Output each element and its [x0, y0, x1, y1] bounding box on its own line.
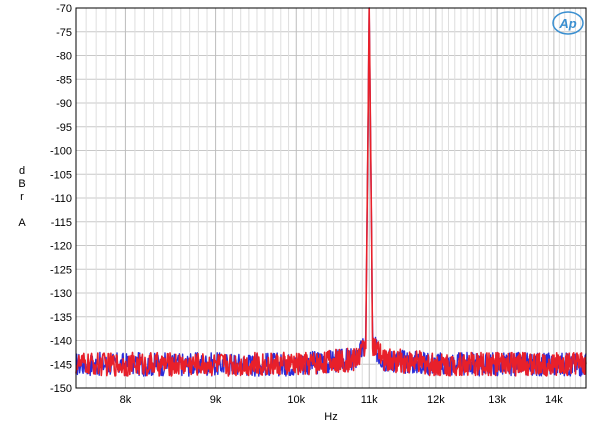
- y-tick-label: -100: [50, 146, 72, 158]
- y-tick-label: -130: [50, 288, 72, 300]
- y-axis-label-char: d: [19, 165, 25, 177]
- y-tick-label: -135: [50, 312, 72, 324]
- x-tick-label: 9k: [210, 394, 222, 406]
- y-tick-label: -125: [50, 264, 72, 276]
- fft-spectrum-chart: -70 -75 -80 -85 -90 -95 -100 -105 -110 -115 -120 -1…: [18, 3, 587, 423]
- x-tick-label: 11k: [361, 394, 378, 406]
- y-axis-label: dBr A: [18, 165, 26, 229]
- y-tick-label: -140: [50, 336, 72, 348]
- y-tick-label: -95: [56, 122, 72, 134]
- x-tick-labels: 8k 9k 10k 11k 12k 13k 14k: [120, 394, 564, 406]
- y-tick-label: -120: [50, 241, 72, 253]
- y-tick-label: -115: [51, 217, 72, 229]
- y-tick-label: -70: [56, 3, 72, 15]
- y-tick-label: -105: [50, 169, 72, 181]
- y-tick-label: -150: [50, 383, 72, 395]
- y-tick-label: -85: [56, 74, 72, 86]
- x-tick-label: 14k: [545, 394, 563, 406]
- x-tick-label: 8k: [120, 394, 132, 406]
- y-tick-label: -75: [56, 27, 72, 39]
- y-tick-label: -80: [56, 51, 72, 63]
- y-axis-label-char: A: [18, 217, 26, 229]
- y-axis-label-char: B: [18, 178, 25, 190]
- x-tick-label: 10k: [287, 394, 305, 406]
- ap-logo-text: Ap: [558, 16, 576, 31]
- x-tick-label: 13k: [488, 394, 506, 406]
- y-axis-label-char: r: [20, 191, 24, 203]
- x-tick-label: 12k: [427, 394, 445, 406]
- y-tick-labels: -70 -75 -80 -85 -90 -95 -100 -105 -110 -115 -120 -1…: [50, 3, 72, 395]
- x-axis-label: Hz: [324, 411, 337, 423]
- y-tick-label: -90: [56, 98, 72, 110]
- y-tick-label: -110: [51, 193, 72, 205]
- y-tick-label: -145: [50, 359, 72, 371]
